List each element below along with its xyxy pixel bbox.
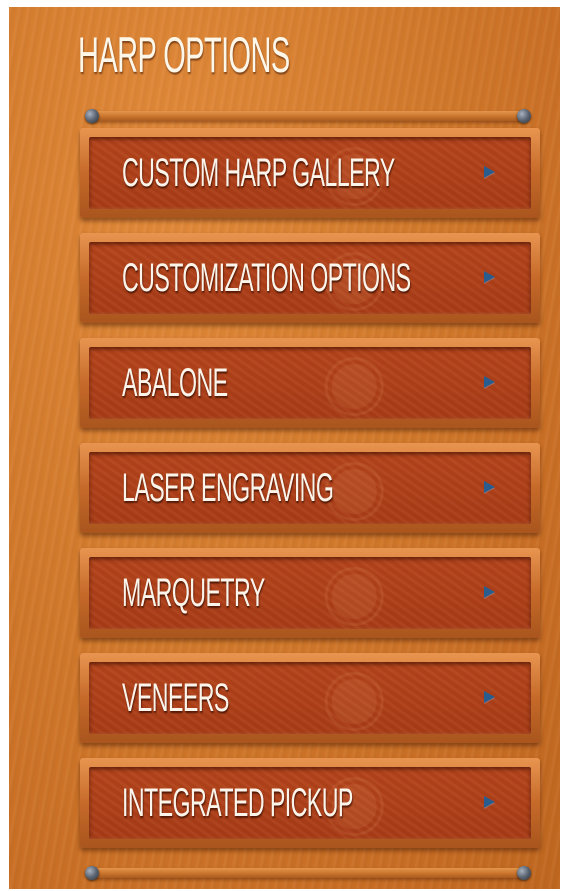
menu-item-label: INTEGRATED PICKUP [122,781,353,825]
menu-item-marquetry[interactable]: MARQUETRY [80,548,540,638]
chevron-right-icon [484,796,495,808]
harp-options-panel: HARP OPTIONS CUSTOM HARP GALLERY CUSTOMI… [9,7,560,889]
menu-item-label: VENEERS [122,676,229,720]
chevron-right-icon [484,481,495,493]
bolt-icon [517,866,531,880]
menu-item-label: CUSTOM HARP GALLERY [122,151,395,195]
bottom-rail [87,868,525,878]
menu-item-laser-engraving[interactable]: LASER ENGRAVING [80,443,540,533]
menu-item-custom-harp-gallery[interactable]: CUSTOM HARP GALLERY [80,128,540,218]
chevron-right-icon [484,166,495,178]
chevron-right-icon [484,691,495,703]
menu-item-label: ABALONE [122,361,228,405]
chevron-right-icon [484,376,495,388]
chevron-right-icon [484,586,495,598]
top-rail [87,111,525,121]
bolt-icon [85,109,99,123]
menu-item-veneers[interactable]: VENEERS [80,653,540,743]
bolt-icon [85,866,99,880]
menu-item-abalone[interactable]: ABALONE [80,338,540,428]
menu-item-integrated-pickup[interactable]: INTEGRATED PICKUP [80,758,540,848]
menu-item-customization-options[interactable]: CUSTOMIZATION OPTIONS [80,233,540,323]
panel-title: HARP OPTIONS [78,27,290,83]
harp-options-menu: CUSTOM HARP GALLERY CUSTOMIZATION OPTION… [80,128,540,863]
chevron-right-icon [484,271,495,283]
bolt-icon [517,109,531,123]
menu-item-label: MARQUETRY [122,571,265,615]
menu-item-label: LASER ENGRAVING [122,466,334,510]
menu-item-label: CUSTOMIZATION OPTIONS [122,256,411,300]
